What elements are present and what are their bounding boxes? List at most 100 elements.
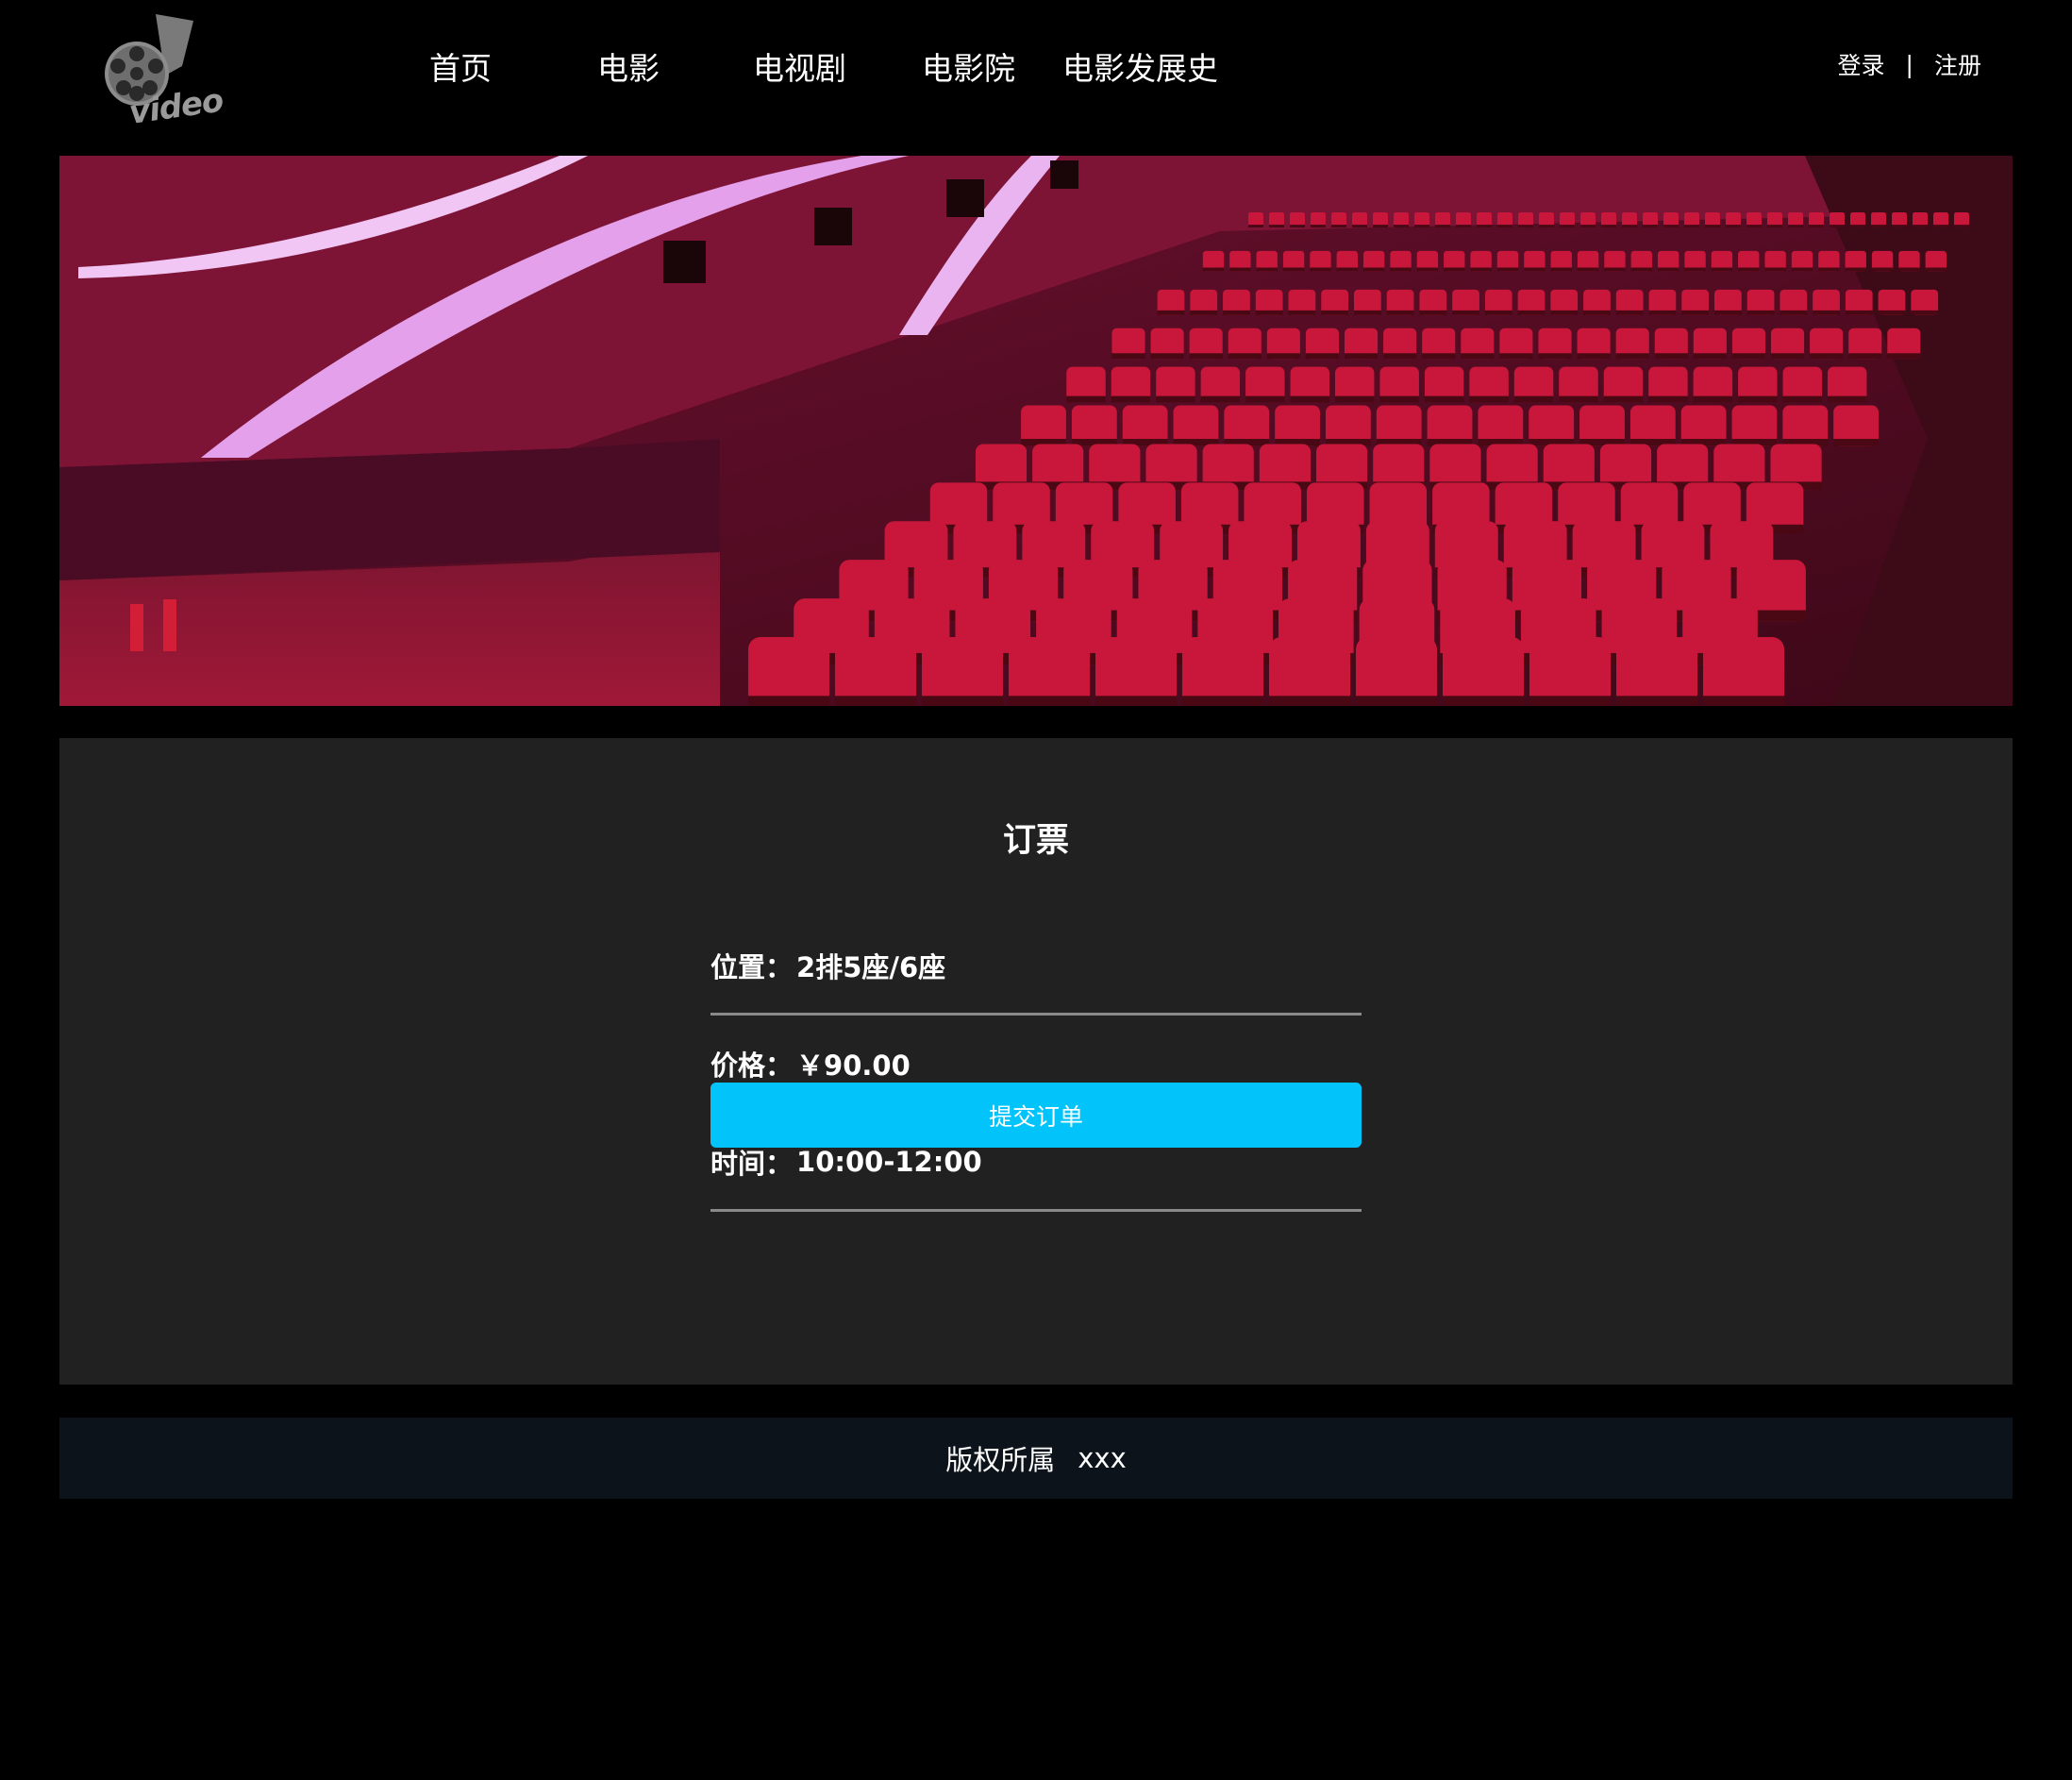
seat-shape [1095, 637, 1177, 706]
register-link[interactable]: 注册 [1934, 47, 1981, 81]
seat-shadow [1477, 225, 1492, 227]
seat-shadow [1245, 395, 1285, 403]
seat-shadow [1223, 310, 1250, 315]
seat-shadow [1422, 353, 1456, 360]
seat-shadow [1539, 225, 1554, 227]
seat-shadow [1288, 310, 1316, 315]
seat-shadow [1419, 310, 1447, 315]
seat-shadow [1424, 395, 1464, 403]
seat-shadow [1443, 696, 1524, 706]
seat-shadow [1182, 696, 1263, 706]
seat-shadow [1892, 225, 1907, 227]
seat-shadow [1156, 395, 1195, 403]
seat-shadow [1373, 225, 1388, 227]
seat-shadow [1705, 225, 1720, 227]
seat-shadow [1828, 395, 1867, 403]
nav-item-movies[interactable]: 电影 [597, 43, 660, 89]
seat-shadow [1648, 395, 1688, 403]
seat-value: 2排5座/6座 [796, 950, 946, 983]
seat-shadow [1684, 267, 1706, 272]
seat-shadow [1229, 267, 1251, 272]
seat-shadow [1228, 353, 1262, 360]
seat-shadow [1764, 267, 1786, 272]
seat-shadow [1577, 267, 1599, 272]
seat-shadow [1601, 225, 1616, 227]
seat-shape [748, 637, 829, 706]
seat-shadow [1394, 225, 1409, 227]
seat-shadow [1703, 696, 1784, 706]
seat-shadow [1305, 353, 1339, 360]
seat-shadow [1643, 225, 1658, 227]
cinema-hall-image [59, 156, 2013, 706]
seat-shadow [1933, 225, 1948, 227]
seat-shadow [1461, 353, 1495, 360]
seat-shadow [1266, 353, 1300, 360]
nav-item-home[interactable]: 首页 [429, 43, 492, 89]
seat-shadow [835, 696, 916, 706]
seat-shadow [1615, 310, 1644, 315]
seat-shadow [1833, 439, 1879, 446]
seat-shadow [1150, 353, 1184, 360]
seat-shadow [1282, 267, 1305, 272]
seat-shadow [1583, 310, 1611, 315]
seat-shadow [1331, 225, 1346, 227]
seat-shape [1182, 637, 1263, 706]
seat-shadow [1580, 225, 1596, 227]
seat-shadow [1550, 267, 1572, 272]
seat-shadow [1693, 353, 1727, 360]
seat-shadow [1925, 267, 1947, 272]
seat-shadow [1648, 310, 1677, 315]
seat-shadow [1654, 353, 1688, 360]
seat-shadow [1518, 225, 1533, 227]
cinema-banner [59, 156, 2013, 706]
seat-shadow [1352, 225, 1367, 227]
copyright-text: 版权所属 [945, 1444, 1056, 1476]
seat-shadow [1782, 395, 1822, 403]
seat-shadow [1444, 267, 1465, 272]
seat-shadow [1771, 353, 1805, 360]
seat-label: 位置： [710, 950, 794, 983]
seat-shadow [1452, 310, 1479, 315]
seat-shadow [1269, 696, 1350, 706]
nav-item-cinemas[interactable]: 电影院 [922, 43, 1015, 89]
seat-shadow [1335, 395, 1375, 403]
seat-shadow [1746, 225, 1762, 227]
seat-shadow [1810, 353, 1844, 360]
seat-shadow [1111, 353, 1145, 360]
seat-shadow [1379, 395, 1419, 403]
seat-shadow [1726, 225, 1741, 227]
seat-shadow [1248, 225, 1263, 227]
seat-shadow [1848, 353, 1882, 360]
submit-order-button[interactable]: 提交订单 [710, 1083, 1362, 1148]
price-value: ￥90.00 [796, 1049, 911, 1082]
seat-shadow [1850, 225, 1865, 227]
seat-shadow [1663, 225, 1679, 227]
seat-shadow [1290, 225, 1305, 227]
site-header: video 首页 电影 电视剧 电影院 电影发展史 登录 | 注册 [0, 0, 2072, 156]
seat-shadow [1269, 225, 1284, 227]
nav-item-tv-series[interactable]: 电视剧 [753, 43, 846, 89]
auth-separator: | [1905, 50, 1913, 78]
auth-links: 登录 | 注册 [1838, 47, 1981, 81]
seat-shadow [922, 696, 1003, 706]
seat-shadow [1290, 395, 1329, 403]
booking-title: 订票 [1002, 822, 1069, 860]
seat-shape [835, 637, 916, 706]
seat-shadow [1386, 310, 1414, 315]
seat-shadow [1111, 395, 1151, 403]
seat-shadow [1681, 310, 1709, 315]
seat-shadow [1354, 310, 1381, 315]
seat-shadow [1767, 225, 1782, 227]
seat-shadow [1497, 225, 1512, 227]
site-logo[interactable]: video [99, 9, 226, 142]
login-link[interactable]: 登录 [1838, 47, 1885, 81]
nav-item-film-history[interactable]: 电影发展史 [1062, 43, 1218, 89]
seat-shadow [1746, 310, 1775, 315]
seat-shadow [1845, 267, 1866, 272]
seat-shadow [1383, 353, 1417, 360]
seat-shadow [1157, 310, 1185, 315]
seat-shadow [1658, 267, 1679, 272]
seat-shadow [1560, 225, 1575, 227]
seat-shadow [1878, 310, 1906, 315]
seat-shadow [1470, 267, 1492, 272]
